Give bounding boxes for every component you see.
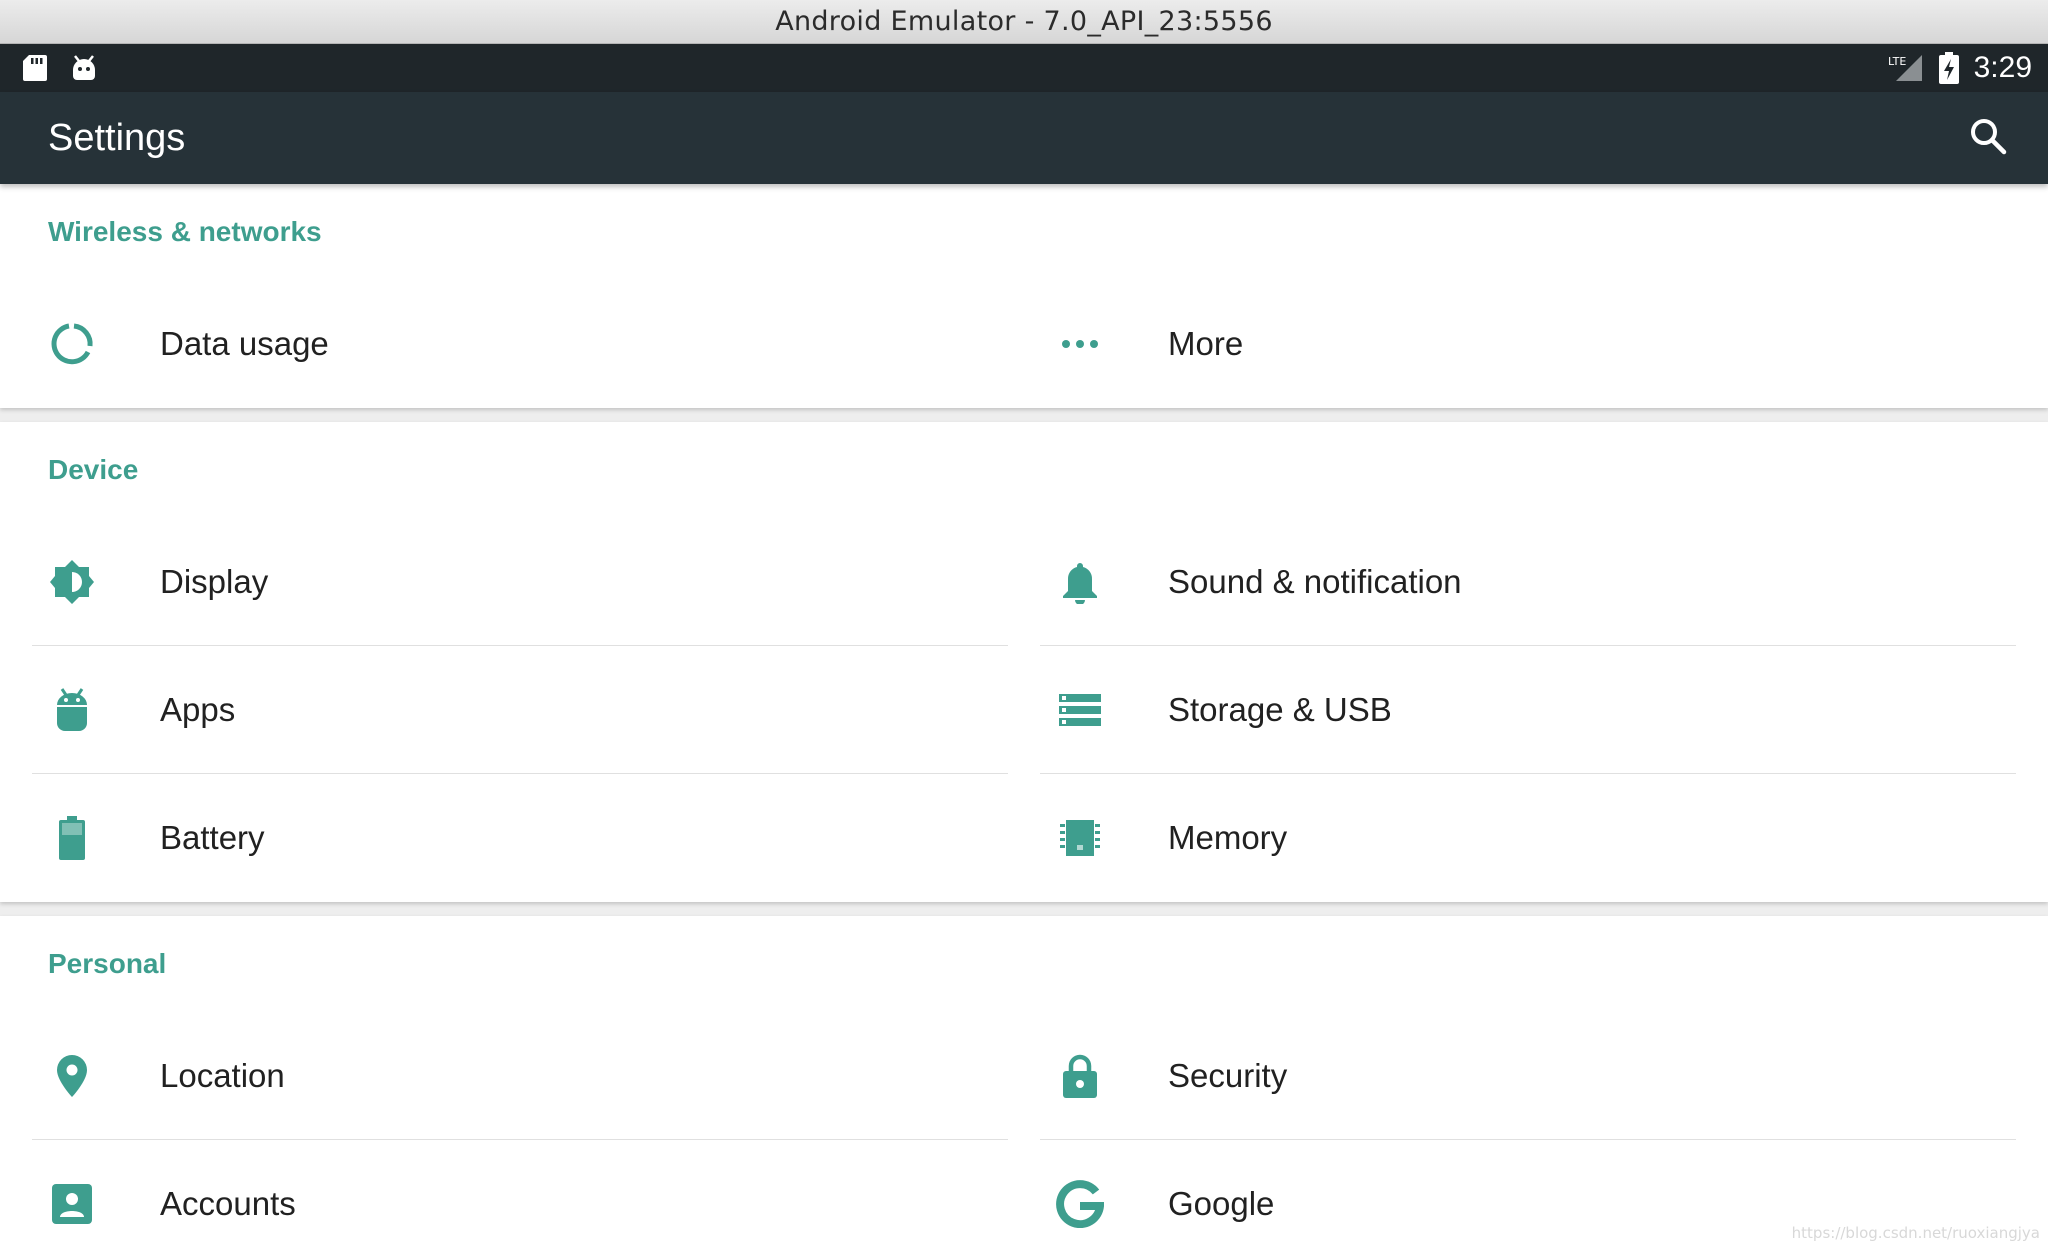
setting-label: Security — [1168, 1057, 1288, 1094]
setting-label: Display — [160, 563, 269, 600]
setting-label: Google — [1168, 1185, 1275, 1222]
location-icon — [48, 1052, 96, 1100]
brightness-icon — [48, 558, 96, 606]
setting-label: Memory — [1168, 819, 1288, 856]
storage-icon — [1056, 686, 1104, 734]
setting-label: Accounts — [160, 1185, 296, 1222]
setting-accounts[interactable]: Accounts — [32, 1140, 1024, 1244]
more-icon — [1056, 320, 1104, 368]
setting-more[interactable]: More — [1024, 280, 2016, 408]
setting-battery[interactable]: Battery — [32, 774, 1024, 902]
lock-icon — [1056, 1052, 1104, 1100]
setting-location[interactable]: Location — [32, 1012, 1024, 1140]
setting-label: Battery — [160, 819, 265, 856]
window-title: Android Emulator - 7.0_API_23:5556 — [775, 6, 1273, 37]
battery-charging-icon — [1938, 52, 1960, 84]
setting-data-usage[interactable]: Data usage — [32, 280, 1024, 408]
section-title: Wireless & networks — [48, 216, 322, 247]
setting-display[interactable]: Display — [32, 518, 1024, 646]
bell-icon — [1056, 558, 1104, 606]
settings-list[interactable]: Wireless & networks Data usage More Devi… — [0, 184, 2048, 1244]
app-bar: Settings — [0, 92, 2048, 184]
section-device: Device Display Sound & notification Apps — [0, 422, 2048, 902]
setting-label: Location — [160, 1057, 285, 1094]
setting-label: Sound & notification — [1168, 563, 1462, 600]
setting-memory[interactable]: Memory — [1024, 774, 2016, 902]
section-title: Personal — [48, 948, 167, 979]
google-icon — [1056, 1180, 1104, 1228]
battery-icon — [48, 814, 96, 862]
sd-card-icon — [22, 54, 48, 82]
setting-label: Apps — [160, 691, 236, 728]
search-icon — [1968, 116, 2008, 161]
setting-label: Storage & USB — [1168, 691, 1392, 728]
setting-apps[interactable]: Apps — [32, 646, 1024, 774]
lte-signal-icon: LTE — [1888, 53, 1924, 83]
section-personal: Personal Location Security Accounts Goog… — [0, 916, 2048, 1244]
watermark: https://blog.csdn.net/ruoxiangjya — [1791, 1224, 2040, 1242]
status-time: 3:29 — [1973, 51, 2032, 84]
data-usage-icon — [48, 320, 96, 368]
page-title: Settings — [48, 116, 186, 159]
account-icon — [48, 1180, 96, 1228]
setting-sound-notification[interactable]: Sound & notification — [1024, 518, 2016, 646]
setting-label: More — [1168, 325, 1244, 362]
setting-storage-usb[interactable]: Storage & USB — [1024, 646, 2016, 774]
setting-security[interactable]: Security — [1024, 1012, 2016, 1140]
svg-text:LTE: LTE — [1888, 55, 1906, 68]
android-icon — [48, 686, 96, 734]
window-titlebar: Android Emulator - 7.0_API_23:5556 — [0, 0, 2048, 44]
android-debug-icon — [70, 54, 98, 82]
search-button[interactable] — [1958, 108, 2018, 168]
setting-label: Data usage — [160, 325, 329, 362]
status-bar: LTE 3:29 — [0, 44, 2048, 92]
section-wireless-networks: Wireless & networks Data usage More — [0, 184, 2048, 408]
section-title: Device — [48, 454, 139, 485]
memory-icon — [1056, 814, 1104, 862]
